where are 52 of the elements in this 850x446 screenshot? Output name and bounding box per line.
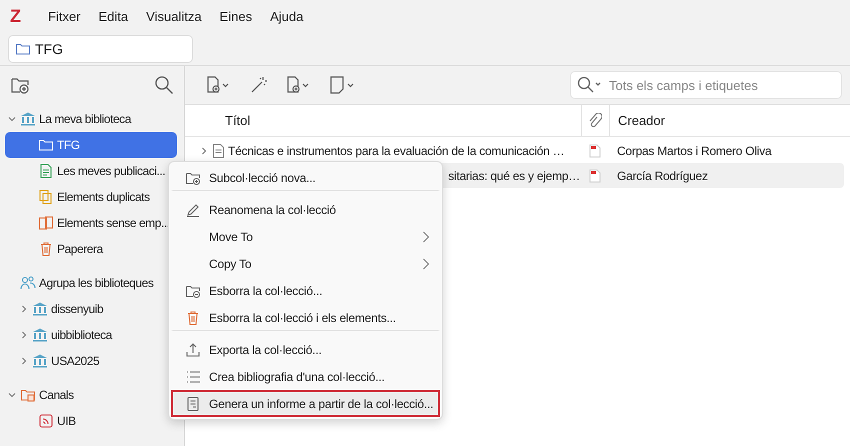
expand-icon[interactable] bbox=[199, 146, 209, 156]
search-icon[interactable] bbox=[154, 75, 174, 95]
sidebar-item[interactable]: La meva biblioteca bbox=[5, 106, 177, 132]
report-icon bbox=[185, 396, 201, 412]
tab[interactable]: TFG bbox=[8, 34, 193, 62]
menu-item[interactable]: Edita bbox=[98, 8, 128, 24]
paperclip-icon[interactable] bbox=[588, 112, 602, 128]
column-header[interactable]: Títol bbox=[185, 105, 582, 136]
menu-item[interactable]: Ajuda bbox=[270, 8, 304, 24]
search-field[interactable]: Tots els camps i etiquetes bbox=[570, 71, 842, 99]
people-icon bbox=[20, 275, 36, 291]
table-row[interactable]: Técnicas e instrumentos para la evaluación de la comunicación … Corpas Martos i Romero Oliva bbox=[191, 138, 844, 163]
menu-item[interactable]: Esborra la col·lecció i els elements... bbox=[171, 304, 440, 331]
menu-item[interactable]: Visualitza bbox=[146, 8, 202, 24]
collapse-icon[interactable] bbox=[7, 390, 17, 400]
chevron-right-icon bbox=[422, 258, 430, 270]
duplicate-icon bbox=[38, 189, 54, 205]
upload-icon bbox=[185, 342, 201, 358]
pencil-icon bbox=[185, 202, 201, 218]
list-icon bbox=[185, 368, 201, 384]
expand-icon[interactable] bbox=[19, 356, 29, 366]
new-folder-icon bbox=[185, 170, 201, 186]
table-cell-text: Corpas Martos i Romero Oliva bbox=[616, 144, 772, 158]
unfiled-icon bbox=[38, 215, 54, 231]
menu-item[interactable]: Fitxer bbox=[48, 8, 80, 24]
column-header[interactable]: Creador bbox=[610, 105, 850, 136]
trash-icon bbox=[38, 241, 54, 257]
search-icon bbox=[577, 76, 603, 94]
table-cell: sitarias: qué es y ejemp… bbox=[448, 168, 580, 182]
menu-item[interactable]: Genera un informe a partir de la col·lecció... bbox=[171, 390, 440, 417]
table-cell: Técnicas e instrumentos para la evaluación de la comunicación … bbox=[228, 144, 564, 158]
folder-icon bbox=[38, 137, 54, 153]
app-logo[interactable]: Z bbox=[10, 6, 30, 26]
library-icon bbox=[20, 111, 36, 127]
trash-icon bbox=[185, 310, 201, 326]
collapse-icon[interactable] bbox=[7, 114, 17, 124]
menu-item[interactable]: Eines bbox=[220, 8, 252, 24]
library-icon bbox=[32, 327, 48, 343]
library-icon bbox=[32, 301, 48, 317]
feed-icon bbox=[38, 413, 54, 429]
document-icon bbox=[38, 163, 54, 179]
library-icon bbox=[32, 353, 48, 369]
chevron-right-icon bbox=[422, 230, 430, 242]
expand-icon[interactable] bbox=[19, 304, 29, 314]
pdf-icon[interactable] bbox=[589, 168, 601, 182]
feed-folder-icon bbox=[20, 387, 36, 403]
table-cell-text: García Rodríguez bbox=[616, 168, 708, 182]
sidebar-item[interactable]: TFG bbox=[5, 132, 177, 158]
pdf-icon[interactable] bbox=[589, 144, 601, 158]
document-icon bbox=[213, 144, 224, 158]
menu-item[interactable]: Subcol·lecció nova... bbox=[171, 164, 440, 191]
expand-icon[interactable] bbox=[19, 330, 29, 340]
